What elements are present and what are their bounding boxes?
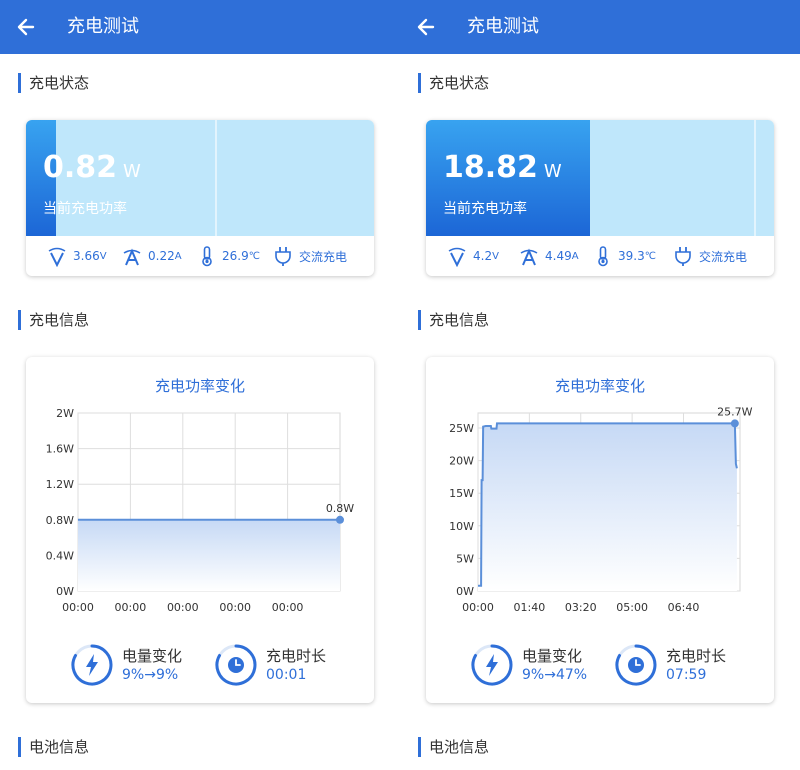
voltage-stat: 4.2 V bbox=[446, 236, 499, 276]
charging-info-card: 充电功率变化 2W 1.6W 1.2W 0.8W 0.4W 0W 00:00 00:00 00:… bbox=[26, 357, 374, 703]
plug-icon bbox=[275, 247, 291, 266]
header-bar: 充电测试 bbox=[400, 0, 800, 54]
x-tick-label: 05:00 bbox=[616, 601, 648, 614]
voltage-stat: 3.66 V bbox=[46, 236, 107, 276]
thermometer-icon bbox=[202, 246, 212, 267]
clock-icon bbox=[628, 657, 644, 673]
battery-change-ring-icon bbox=[71, 644, 113, 686]
end-value-label: 0.8W bbox=[326, 502, 354, 515]
back-button[interactable] bbox=[10, 11, 42, 43]
charge-duration-value: 07:59 bbox=[666, 667, 707, 683]
x-tick-label: 01:40 bbox=[514, 601, 546, 614]
x-tick-label: 00:00 bbox=[272, 601, 304, 614]
current-power-value: 0.82 W bbox=[43, 150, 141, 185]
y-tick-label: 1.2W bbox=[46, 478, 74, 491]
section-title-battery-info: 电池信息 bbox=[418, 737, 489, 757]
charge-duration-label: 充电时长 bbox=[666, 647, 727, 665]
duration-ring-icon bbox=[215, 644, 257, 686]
section-title-charging-info: 充电信息 bbox=[418, 310, 489, 330]
clock-icon bbox=[228, 657, 244, 673]
page-title: 充电测试 bbox=[467, 16, 539, 37]
lightning-icon bbox=[486, 654, 498, 676]
arrow-left-icon bbox=[17, 18, 35, 36]
current-stat: 4.49 A bbox=[518, 236, 579, 276]
current-power-label: 当前充电功率 bbox=[43, 201, 127, 217]
x-tick-label: 00:00 bbox=[167, 601, 199, 614]
page-title: 充电测试 bbox=[67, 16, 139, 37]
y-tick-label: 10W bbox=[449, 520, 474, 533]
power-meter: 18.82 W 当前充电功率 bbox=[426, 120, 774, 236]
current-power-value: 18.82 W bbox=[443, 150, 562, 185]
x-tick-label: 00:00 bbox=[115, 601, 147, 614]
x-tick-label: 00:00 bbox=[219, 601, 251, 614]
y-tick-label: 0.8W bbox=[46, 514, 74, 527]
section-title-charging-info: 充电信息 bbox=[18, 310, 89, 330]
meter-divider bbox=[215, 120, 217, 236]
charging-status-card: 18.82 W 当前充电功率 4.2 V 4.49 A 39.3 ℃ 交流充电 bbox=[426, 120, 774, 276]
voltage-icon bbox=[448, 247, 466, 267]
charging-stats-row: 3.66 V 0.22 A 26.9 ℃ 交流充电 bbox=[26, 236, 374, 276]
back-button[interactable] bbox=[410, 11, 442, 43]
section-title-battery-info: 电池信息 bbox=[18, 737, 89, 757]
charging-test-screen-left: 充电测试 充电状态 0.82 W 当前充电功率 3.66 V 0.22 A 26.9 ℃ bbox=[0, 0, 400, 770]
y-tick-label: 1.6W bbox=[46, 443, 74, 456]
current-icon bbox=[520, 248, 538, 266]
battery-change-ring-icon bbox=[471, 644, 513, 686]
charging-info-card: 充电功率变化 25W 20W 15W 10W 5W 0W 00:00 01:40 03:20 05… bbox=[426, 357, 774, 703]
charge-duration-value: 00:01 bbox=[266, 667, 307, 683]
temperature-stat: 26.9 ℃ bbox=[197, 236, 260, 276]
power-area-fill bbox=[78, 519, 340, 591]
battery-change-value: 9%→9% bbox=[122, 667, 179, 683]
section-title-charging-status: 充电状态 bbox=[18, 73, 89, 93]
temperature-stat: 39.3 ℃ bbox=[593, 236, 656, 276]
current-stat: 0.22 A bbox=[121, 236, 182, 276]
thermometer-icon bbox=[598, 246, 608, 267]
end-point-marker bbox=[730, 419, 739, 428]
charge-duration-label: 充电时长 bbox=[266, 647, 327, 665]
current-power-label: 当前充电功率 bbox=[443, 201, 527, 217]
plug-icon bbox=[675, 247, 691, 266]
y-tick-label: 5W bbox=[456, 552, 474, 565]
x-tick-label: 03:20 bbox=[565, 601, 597, 614]
charging-test-screen-right: 充电测试 充电状态 18.82 W 当前充电功率 4.2 V 4.49 A 39.3 ℃ bbox=[400, 0, 800, 770]
charging-status-card: 0.82 W 当前充电功率 3.66 V 0.22 A 26.9 ℃ 交流充电 bbox=[26, 120, 374, 276]
power-area-fill bbox=[478, 423, 737, 591]
charge-type-stat: 交流充电 bbox=[272, 236, 347, 276]
battery-change-label: 电量变化 bbox=[122, 647, 183, 665]
y-tick-label: 2W bbox=[56, 407, 74, 420]
y-tick-label: 0W bbox=[456, 585, 474, 598]
duration-ring-icon bbox=[615, 644, 657, 686]
charging-stats-row: 4.2 V 4.49 A 39.3 ℃ 交流充电 bbox=[426, 236, 774, 276]
x-tick-label: 06:40 bbox=[668, 601, 700, 614]
header-bar: 充电测试 bbox=[0, 0, 400, 54]
lightning-icon bbox=[86, 654, 98, 676]
y-tick-label: 25W bbox=[449, 422, 474, 435]
battery-change-value: 9%→47% bbox=[522, 667, 588, 683]
y-tick-label: 0.4W bbox=[46, 549, 74, 562]
charge-type-stat: 交流充电 bbox=[672, 236, 747, 276]
y-tick-label: 0W bbox=[56, 585, 74, 598]
power-chart: 25W 20W 15W 10W 5W 0W 00:00 01:40 03:20 05:00 06:4… bbox=[449, 405, 753, 614]
power-meter: 0.82 W 当前充电功率 bbox=[26, 120, 374, 236]
y-tick-label: 20W bbox=[449, 455, 474, 468]
end-value-label: 25.7W bbox=[717, 405, 752, 418]
x-tick-label: 00:00 bbox=[62, 601, 94, 614]
x-tick-label: 00:00 bbox=[462, 601, 494, 614]
battery-change-label: 电量变化 bbox=[522, 647, 583, 665]
arrow-left-icon bbox=[417, 18, 435, 36]
current-icon bbox=[123, 248, 141, 266]
power-chart: 2W 1.6W 1.2W 0.8W 0.4W 0W 00:00 00:00 00:00 00:00… bbox=[46, 407, 355, 614]
y-tick-label: 15W bbox=[449, 487, 474, 500]
voltage-icon bbox=[48, 247, 66, 267]
end-point-marker bbox=[336, 515, 344, 524]
section-title-charging-status: 充电状态 bbox=[418, 73, 489, 93]
meter-divider bbox=[754, 120, 756, 236]
